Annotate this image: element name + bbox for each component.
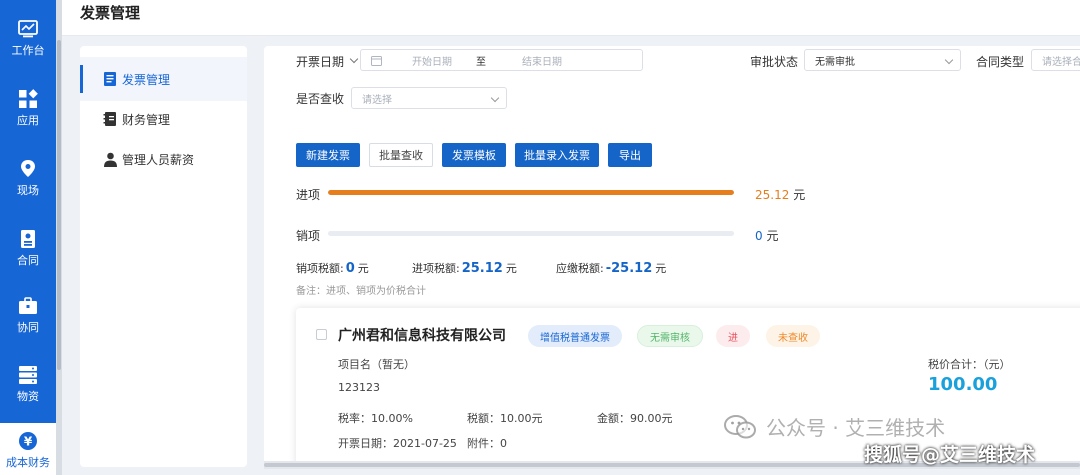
checked-filter-label: 是否查收 xyxy=(296,92,345,106)
invoice-main-panel: 开票日期 开始日期 至 结束日期 审批状态 无需审批 合同类型 请选择合 是否查… xyxy=(264,46,1080,467)
rail-item-materials[interactable]: 物资 xyxy=(0,352,56,414)
invoice-tax-amount: 税额：10.00元 xyxy=(467,412,543,425)
approval-status-select[interactable]: 无需审批 xyxy=(804,49,961,71)
svg-text:¥: ¥ xyxy=(24,434,33,448)
approval-status-value: 无需审批 xyxy=(815,56,855,68)
invoice-date: 开票日期：2021-07-25 xyxy=(338,437,457,450)
rail-item-cost-finance[interactable]: ¥ 成本财务 xyxy=(0,423,56,475)
server-icon xyxy=(17,364,39,386)
rail-item-label: 应用 xyxy=(17,113,39,127)
subnav-item-finance[interactable]: 财务管理 xyxy=(80,97,247,141)
input-progress-fill xyxy=(328,190,734,195)
sohu-watermark: 搜狐号@艾三维技术 xyxy=(864,444,1036,466)
rail-item-site[interactable]: 现场 xyxy=(0,146,56,208)
subnav-item-salary[interactable]: 管理人员薪资 xyxy=(80,137,247,181)
wechat-icon xyxy=(724,414,758,440)
wechat-watermark-text: 公众号 · 艾三维技术 xyxy=(766,416,946,440)
new-invoice-button[interactable]: 新建发票 xyxy=(296,143,360,167)
subnav-item-label: 财务管理 xyxy=(122,112,171,127)
invoice-checkbox[interactable] xyxy=(316,329,327,340)
rail-item-label: 物资 xyxy=(17,389,39,403)
approval-status-label: 审批状态 xyxy=(750,55,799,69)
rail-item-contract[interactable]: 合同 xyxy=(0,216,56,278)
rail-scrollbar[interactable] xyxy=(56,0,62,475)
subnav-item-label: 管理人员薪资 xyxy=(122,152,195,167)
invoice-tax-rate: 税率：10.00% xyxy=(338,412,413,425)
rail-scrollbar-thumb[interactable] xyxy=(57,40,61,370)
invoice-attachments: 附件：0 xyxy=(467,437,507,450)
rail-item-label: 工作台 xyxy=(11,43,45,57)
invoice-code: 123123 xyxy=(338,381,380,394)
output-tax-value: 0 xyxy=(345,261,355,276)
chart-icon xyxy=(17,18,39,40)
apps-icon xyxy=(17,88,39,110)
input-progress-bar xyxy=(328,190,734,195)
invoice-type-badge: 增值税普通发票 xyxy=(528,325,622,347)
invoice-amount: 金额：90.00元 xyxy=(597,412,673,425)
chevron-down-icon xyxy=(944,55,954,65)
payable-tax-summary: 应缴税额: -25.12 元 xyxy=(556,261,667,276)
direction-badge: 进 xyxy=(716,325,750,347)
date-range-separator: 至 xyxy=(476,56,486,68)
output-progress-bar xyxy=(328,231,734,236)
output-progress-value: 0 元 xyxy=(755,229,779,243)
batch-import-button[interactable]: 批量录入发票 xyxy=(515,143,599,167)
rail-item-apps[interactable]: 应用 xyxy=(0,76,56,138)
payable-tax-value: -25.12 xyxy=(605,261,653,276)
yen-icon: ¥ xyxy=(17,430,39,452)
rail-item-workbench[interactable]: 工作台 xyxy=(0,6,56,68)
input-tax-value: 25.12 xyxy=(461,261,503,276)
contract-icon xyxy=(17,228,39,250)
checked-status-select[interactable]: 请选择 xyxy=(351,87,507,109)
output-tax-summary: 销项税额: 0 元 xyxy=(296,261,369,276)
rail-item-label: 合同 xyxy=(17,253,39,267)
ledger-icon xyxy=(102,111,118,127)
input-progress-label: 进项 xyxy=(296,188,321,202)
rail-item-label: 协同 xyxy=(17,320,39,334)
rail-item-label: 现场 xyxy=(17,183,39,197)
invoice-template-button[interactable]: 发票模板 xyxy=(442,143,506,167)
date-range-picker[interactable]: 开始日期 至 结束日期 xyxy=(360,49,643,71)
contract-type-placeholder: 请选择合 xyxy=(1042,56,1080,68)
wechat-watermark: 公众号 · 艾三维技术 xyxy=(724,412,945,441)
end-date-input[interactable]: 结束日期 xyxy=(522,53,562,68)
invoice-total-label: 税价合计：（元） xyxy=(928,358,1011,371)
export-button[interactable]: 导出 xyxy=(608,143,652,167)
input-progress-value: 25.12 元 xyxy=(755,188,806,202)
calendar-icon xyxy=(371,55,382,66)
invoice-company: 广州君和信息科技有限公司 xyxy=(338,328,506,344)
person-icon xyxy=(102,151,118,167)
subnav-item-invoice[interactable]: 发票管理 xyxy=(80,57,247,101)
check-status-badge: 未查收 xyxy=(766,325,820,347)
batch-check-button[interactable]: 批量查收 xyxy=(369,143,433,167)
contract-type-select[interactable]: 请选择合 xyxy=(1031,49,1080,71)
rail-item-label: 成本财务 xyxy=(6,455,50,469)
invoice-total-value: 100.00 xyxy=(928,374,998,395)
review-status-badge: 无需审核 xyxy=(637,325,703,347)
invoice-icon xyxy=(102,71,118,87)
invoice-project-name: 项目名（暂无） xyxy=(338,358,415,371)
location-icon xyxy=(17,158,39,180)
summary-note: 备注：进项、销项为价税合计 xyxy=(296,286,426,297)
chevron-down-icon xyxy=(490,93,500,103)
subnav-item-label: 发票管理 xyxy=(122,72,171,87)
date-filter-label: 开票日期 xyxy=(296,55,345,69)
input-tax-summary: 进项税额: 25.12 元 xyxy=(412,261,517,276)
page-title: 发票管理 xyxy=(80,4,141,22)
output-progress-label: 销项 xyxy=(296,229,321,243)
checked-status-placeholder: 请选择 xyxy=(362,94,392,106)
rail-item-collab[interactable]: 协同 xyxy=(0,283,56,345)
start-date-input[interactable]: 开始日期 xyxy=(412,53,476,68)
chevron-down-icon[interactable] xyxy=(349,54,359,64)
sub-sidebar: 发票管理 财务管理 管理人员薪资 xyxy=(80,46,247,467)
left-nav-rail: 工作台 应用 现场 合同 协同 物资 ¥ 成本财务 xyxy=(0,0,56,475)
briefcase-icon xyxy=(17,295,39,317)
page-header: 发票管理 xyxy=(62,0,1080,36)
contract-type-label: 合同类型 xyxy=(976,55,1025,69)
